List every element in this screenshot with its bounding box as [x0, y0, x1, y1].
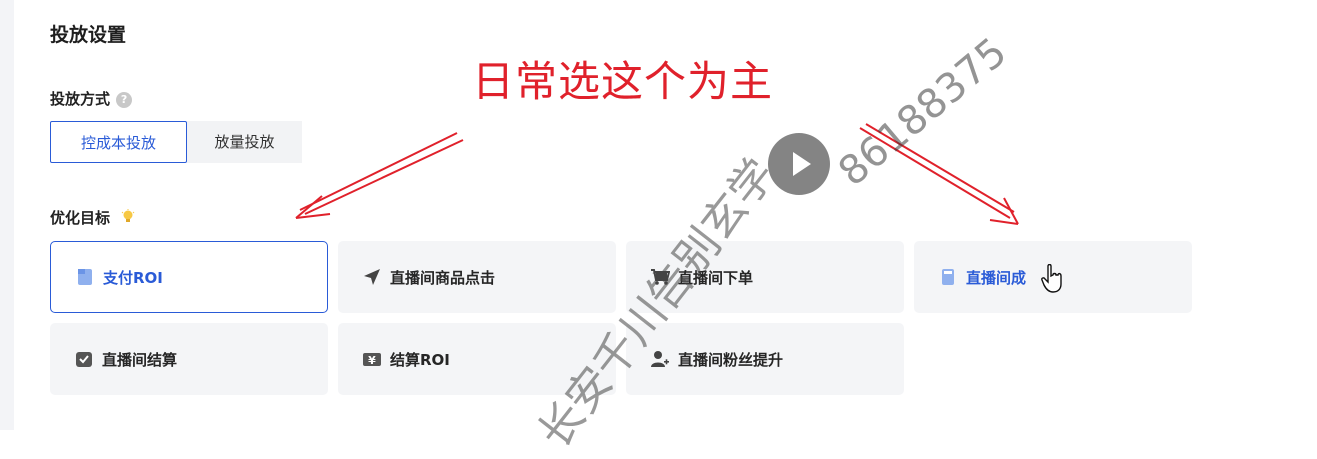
goal-card-label: 直播间成 [966, 268, 1027, 287]
goal-card-label: 结算ROI [390, 350, 450, 369]
optimization-goal-label: 优化目标 [50, 207, 135, 228]
goal-card-label: 直播间粉丝提升 [678, 350, 784, 369]
option-volume[interactable]: 放量投放 [187, 121, 302, 163]
document-icon [75, 267, 95, 287]
goal-card-label: 直播间商品点击 [390, 268, 496, 287]
help-icon[interactable]: ? [116, 92, 133, 108]
goal-card-settlement[interactable]: 直播间结算 [50, 323, 328, 395]
lightbulb-icon [121, 209, 135, 225]
svg-text:¥: ¥ [368, 354, 376, 367]
optimization-goal-label-text: 优化目标 [50, 209, 111, 227]
option-cost-control[interactable]: 控成本投放 [50, 121, 187, 163]
goal-card-product-click[interactable]: 直播间商品点击 [338, 241, 616, 313]
pointer-arrow-icon [362, 267, 382, 287]
goal-card-label: 支付ROI [103, 268, 163, 287]
goal-card-pay-roi[interactable]: 支付ROI [50, 241, 328, 313]
delivery-method-label: 投放方式? [50, 88, 133, 109]
document-icon [938, 267, 958, 287]
section-title: 投放设置 [50, 24, 127, 46]
watermark-number: 86188375 [830, 29, 1016, 196]
check-box-icon [74, 349, 94, 369]
yen-icon: ¥ [362, 349, 382, 369]
delivery-method-label-text: 投放方式 [50, 90, 111, 108]
annotation-text: 日常选这个为主 [472, 57, 774, 106]
hand-cursor-icon [1041, 264, 1062, 293]
goal-card-label: 直播间结算 [102, 350, 178, 369]
left-panel-strip [0, 0, 14, 430]
